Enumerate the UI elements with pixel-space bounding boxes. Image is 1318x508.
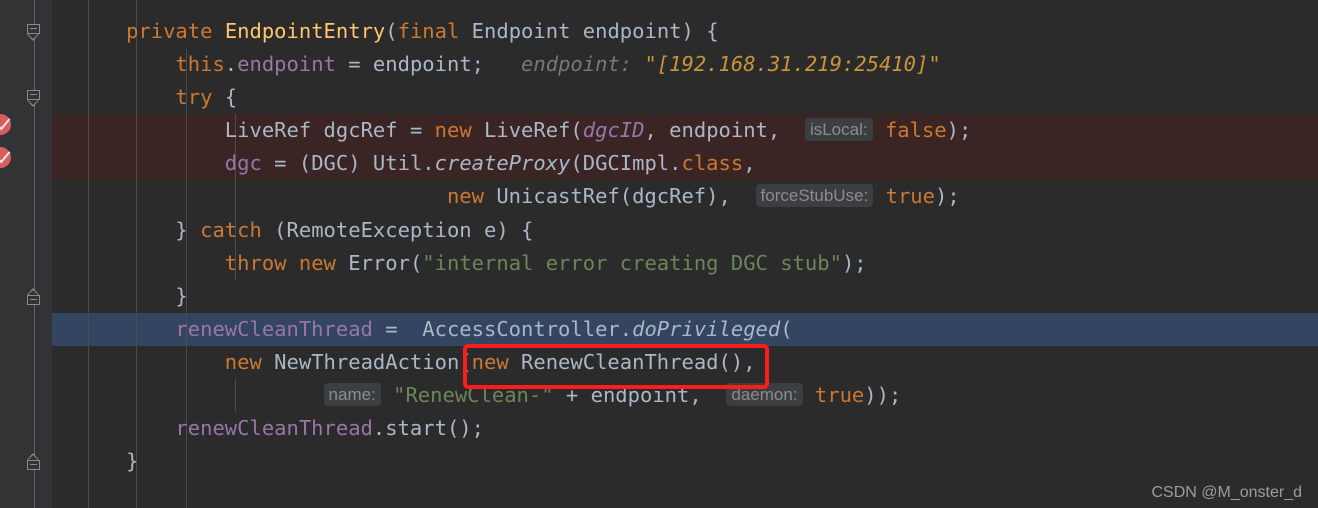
editor-text-area[interactable]: private EndpointEntry(final Endpoint end… [52,0,1318,508]
watermark-text: CSDN @M_onster_d [1151,484,1302,501]
code-line-catch[interactable]: } catch (RemoteException e) { [52,214,1318,247]
code-line-try[interactable]: try { [52,81,1318,114]
code-line-signature[interactable]: private EndpointEntry(final Endpoint end… [52,15,1318,48]
code-line-liveref[interactable]: LiveRef dgcRef = new LiveRef(dgcID, endp… [52,114,1318,147]
inline-hint-name: name: [323,383,381,406]
code-line-createproxy[interactable]: dgc = (DGC) Util.createProxy(DGCImpl.cla… [52,147,1318,180]
code-line-close-catch[interactable]: } [52,280,1318,313]
editor-gutter[interactable] [0,0,52,508]
inline-hint-endpoint-value: "[192.168.31.219:25410]" [644,52,941,76]
inline-hint-daemon: daemon: [726,383,803,406]
inline-hint-endpoint-label: endpoint: [521,52,633,76]
code-line-assign-endpoint[interactable]: this.endpoint = endpoint; endpoint: "[19… [52,48,1318,81]
code-line-throw[interactable]: throw new Error("internal error creating… [52,247,1318,280]
code-line-newthreadaction[interactable]: new NewThreadAction(new RenewCleanThread… [52,346,1318,379]
inline-hint-isLocal: isLocal: [804,118,873,141]
code-line-unicastref[interactable]: new UnicastRef(dgcRef), forceStubUse: tr… [52,180,1318,213]
breakpoint-icon-1[interactable] [0,113,11,135]
fold-marker-collapse-method[interactable] [27,24,42,41]
code-line-close-method[interactable]: } [52,445,1318,478]
fold-marker-end-method[interactable] [27,453,42,470]
code-line-name-daemon[interactable]: name: "RenewClean-" + endpoint, daemon: … [52,379,1318,412]
code-line-dopriv[interactable]: renewCleanThread = AccessController.doPr… [52,313,1318,346]
inline-hint-forceStubUse: forceStubUse: [755,184,874,207]
fold-marker-collapse-try[interactable] [27,90,42,107]
code-editor-screenshot: private EndpointEntry(final Endpoint end… [0,0,1318,508]
code-line-start[interactable]: renewCleanThread.start(); [52,412,1318,445]
fold-marker-end-try[interactable] [27,288,42,305]
gutter-fold-rail [34,0,35,508]
breakpoint-icon-2[interactable] [0,146,11,168]
